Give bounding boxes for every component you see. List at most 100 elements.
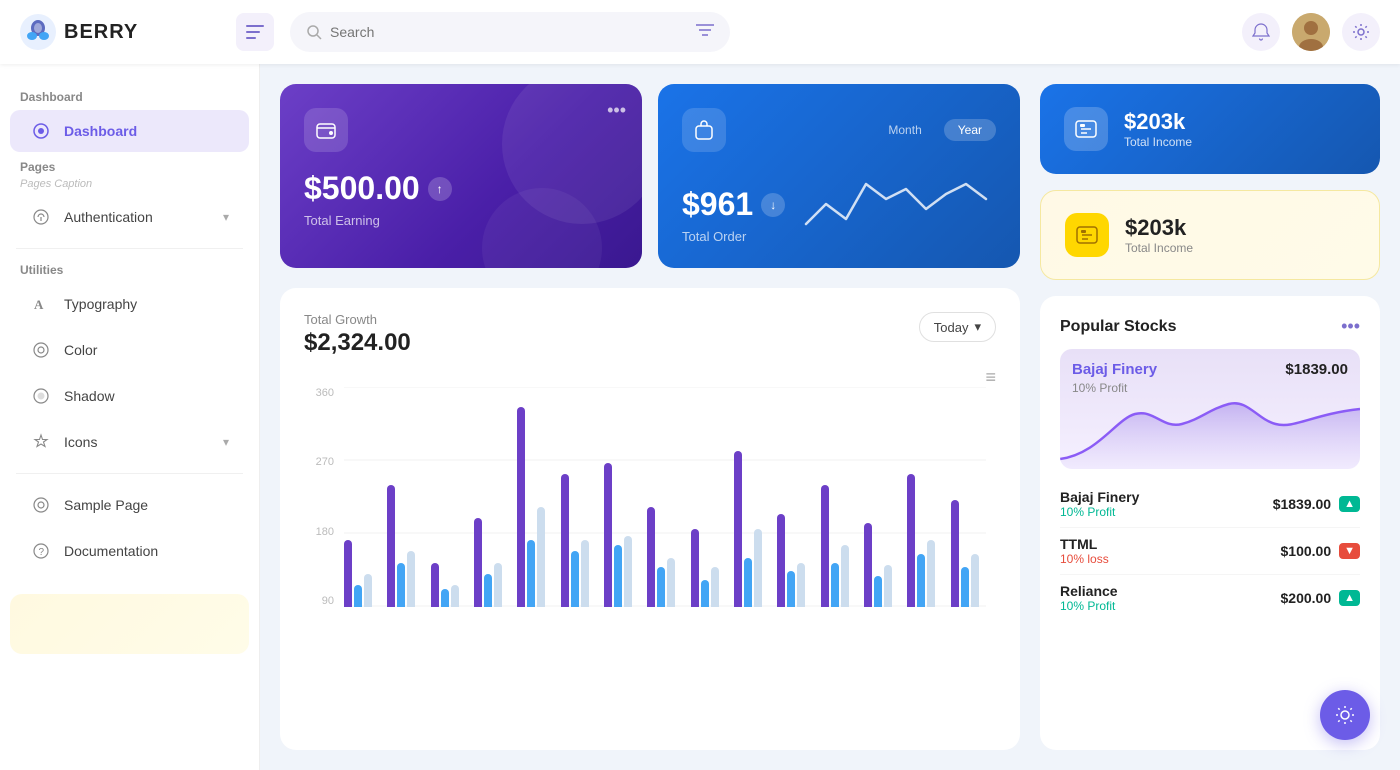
bar-blue [961, 567, 969, 607]
featured-stock-chart: Bajaj Finery $1839.00 10% Profit [1060, 349, 1360, 469]
bar-blue [484, 574, 492, 607]
stock-price: $100.00 [1281, 543, 1332, 559]
logo: BERRY [20, 14, 220, 50]
bar-light [581, 540, 589, 607]
stock-price-wrap: $200.00 ▲ [1281, 590, 1361, 606]
avatar[interactable] [1292, 13, 1330, 51]
stocks-card: Popular Stocks ••• Bajaj Finery $1839.00… [1040, 296, 1380, 750]
stock-trend-badge: ▲ [1339, 590, 1360, 606]
bar-light [451, 585, 459, 607]
bar-group [821, 485, 856, 607]
bar-blue [614, 545, 622, 607]
today-button[interactable]: Today ▾ [919, 312, 996, 342]
menu-button[interactable] [236, 13, 274, 51]
bar-purple [604, 463, 612, 607]
documentation-icon: ? [30, 540, 52, 562]
sidebar: Dashboard Dashboard Pages Pages Caption … [0, 64, 260, 770]
order-amount: $961 ↓ [682, 186, 785, 223]
bar-group [734, 451, 769, 607]
earning-more-button[interactable]: ••• [607, 100, 626, 121]
sidebar-item-dashboard[interactable]: Dashboard [10, 110, 249, 152]
bar-light [971, 554, 979, 607]
main-left: ••• $500.00 ↑ Total Earning [280, 84, 1020, 750]
sidebar-item-label-shadow: Shadow [64, 388, 229, 404]
sidebar-item-label-documentation: Documentation [64, 543, 229, 559]
logo-icon [20, 14, 56, 50]
bar-blue [527, 540, 535, 607]
stocks-header: Popular Stocks ••• [1060, 316, 1360, 337]
stat-icon-blue-wrap [1064, 107, 1108, 151]
notification-button[interactable] [1242, 13, 1280, 51]
bar-light [407, 551, 415, 607]
bar-purple [821, 485, 829, 607]
search-bar [290, 12, 730, 52]
order-trend-icon: ↓ [761, 193, 785, 217]
color-icon [30, 339, 52, 361]
growth-header: Total Growth $2,324.00 Today ▾ [304, 312, 996, 357]
topnav-right [1242, 13, 1380, 51]
bar-blue [917, 554, 925, 607]
bar-light [841, 545, 849, 607]
bar-purple [647, 507, 655, 607]
period-month-tab[interactable]: Month [874, 119, 935, 141]
bar-blue [701, 580, 709, 607]
bar-group [604, 463, 639, 607]
chart-menu-icon[interactable]: ≡ [985, 367, 996, 388]
sidebar-item-documentation[interactable]: ? Documentation [10, 530, 249, 572]
bar-purple [474, 518, 482, 607]
sidebar-item-shadow[interactable]: Shadow [10, 375, 249, 417]
topnav: BERRY [0, 0, 1400, 64]
sidebar-item-sample-page[interactable]: Sample Page [10, 484, 249, 526]
filter-icon[interactable] [696, 23, 714, 42]
stock-info: Bajaj Finery 10% Profit [1060, 489, 1139, 519]
earning-trend-icon: ↑ [428, 177, 452, 201]
fab-button[interactable] [1320, 690, 1370, 740]
order-wave-chart [796, 164, 996, 244]
sidebar-item-label-icons: Icons [64, 434, 211, 450]
bar-group [864, 523, 899, 607]
bar-group [777, 514, 812, 607]
period-year-tab[interactable]: Year [944, 119, 996, 141]
stock-price-wrap: $1839.00 ▲ [1273, 496, 1360, 512]
sidebar-item-typography[interactable]: A Typography [10, 283, 249, 325]
settings-icon [1352, 23, 1370, 41]
bar-light [494, 563, 502, 607]
chart-y-labels: 360 270 180 90 [304, 387, 334, 607]
search-input[interactable] [330, 24, 688, 40]
sidebar-promo [10, 594, 249, 654]
shadow-icon [30, 385, 52, 407]
bar-purple [561, 474, 569, 607]
sidebar-item-color[interactable]: Color [10, 329, 249, 371]
sidebar-item-authentication[interactable]: Authentication ▾ [10, 196, 249, 238]
bar-light [364, 574, 372, 607]
stock-name: Reliance [1060, 583, 1118, 599]
stat-card-yellow: $203k Total Income [1040, 190, 1380, 280]
stock-info: TTML 10% loss [1060, 536, 1109, 566]
bar-blue [831, 563, 839, 607]
stat-yellow-label: Total Income [1125, 241, 1193, 255]
featured-stock-price: $1839.00 [1285, 361, 1348, 378]
auth-icon [30, 206, 52, 228]
bar-light [797, 563, 805, 607]
card-order: Month Year $961 ↓ Total Order [658, 84, 1020, 268]
bell-icon [1252, 23, 1270, 41]
settings-button[interactable] [1342, 13, 1380, 51]
featured-chart-svg [1060, 389, 1360, 469]
pages-caption: Pages Caption [0, 178, 259, 194]
sidebar-item-icons[interactable]: Icons ▾ [10, 421, 249, 463]
body-wrap: Dashboard Dashboard Pages Pages Caption … [0, 64, 1400, 770]
stock-list: Bajaj Finery 10% Profit $1839.00 ▲ TTML … [1060, 481, 1360, 621]
today-chevron-icon: ▾ [974, 319, 981, 335]
bar-purple [431, 563, 439, 607]
stocks-more-button[interactable]: ••• [1341, 316, 1360, 337]
chart-bars [344, 387, 986, 607]
bar-purple [691, 529, 699, 607]
stocks-title: Popular Stocks [1060, 318, 1176, 336]
wallet-icon [315, 119, 337, 141]
growth-label: Total Growth [304, 312, 411, 327]
bar-purple [734, 451, 742, 607]
typography-icon: A [30, 293, 52, 315]
bar-blue [744, 558, 752, 607]
sidebar-section-dashboard: Dashboard [0, 84, 259, 108]
stock-change: 10% loss [1060, 552, 1109, 566]
